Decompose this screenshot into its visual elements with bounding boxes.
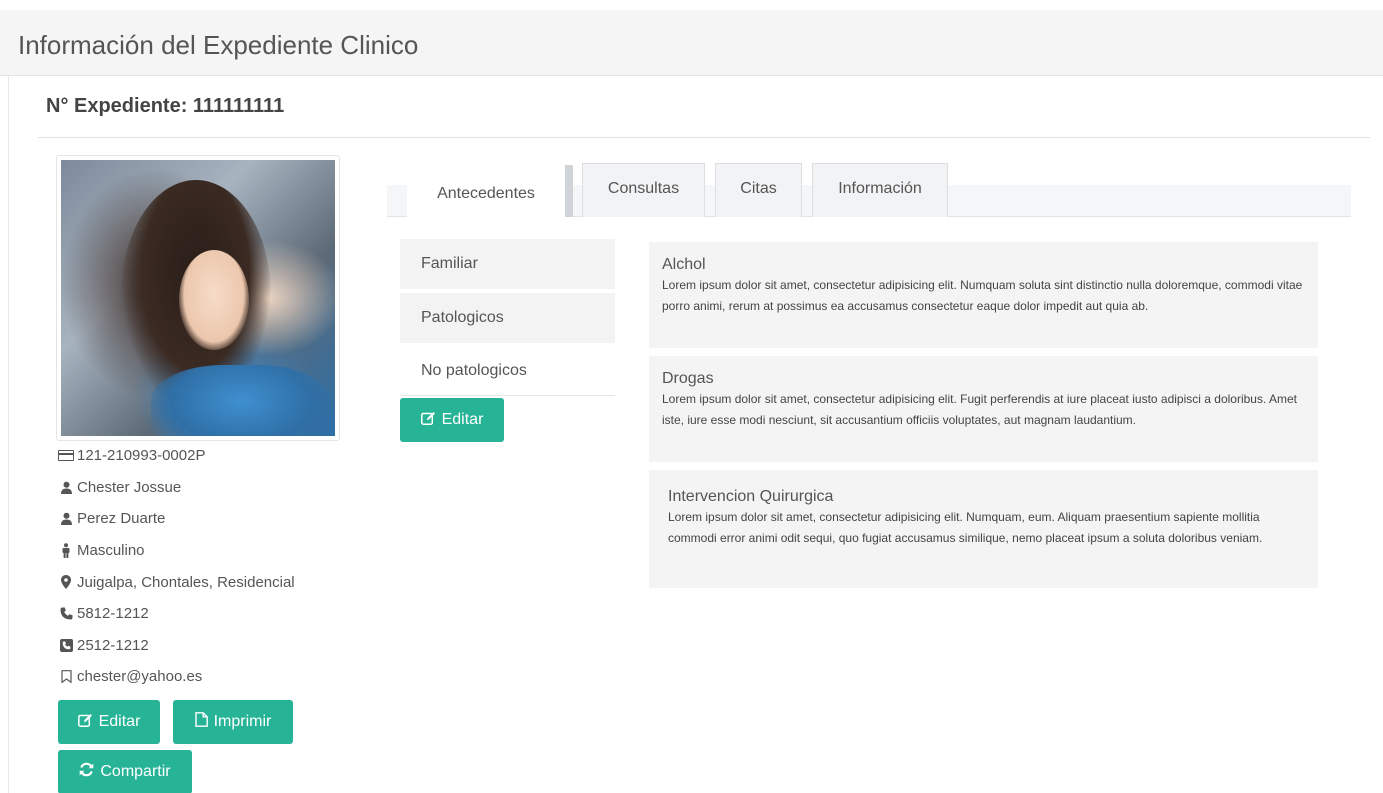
tab-antecedentes[interactable]: Antecedentes bbox=[407, 163, 565, 218]
share-label: Compartir bbox=[100, 763, 171, 780]
phone-icon bbox=[58, 607, 74, 620]
left-divider bbox=[8, 76, 9, 793]
patient-info-list: 121-210993-0002P Chester Jossue Perez Du… bbox=[58, 440, 358, 693]
bookmark-icon bbox=[58, 670, 74, 684]
subnav-item-no-patologicos[interactable]: No patologicos bbox=[400, 351, 615, 396]
info-sexo-text: Masculino bbox=[77, 542, 145, 560]
edit-antecedentes-label: Editar bbox=[441, 411, 484, 428]
expediente-divider bbox=[38, 137, 1370, 138]
tab-consultas[interactable]: Consultas bbox=[582, 163, 705, 217]
panel-title: Drogas bbox=[662, 370, 714, 387]
page-title: Información del Expediente Clinico bbox=[18, 30, 419, 60]
edit-icon bbox=[77, 713, 93, 732]
subnav-item-familiar[interactable]: Familiar bbox=[400, 239, 615, 289]
info-sexo: Masculino bbox=[58, 535, 358, 567]
info-telefono-text: 2512-1212 bbox=[77, 636, 149, 654]
user-icon bbox=[58, 512, 74, 526]
active-tab-marker bbox=[565, 165, 573, 217]
refresh-icon bbox=[79, 762, 94, 782]
tab-citas[interactable]: Citas bbox=[715, 163, 802, 217]
info-cedula-text: 121-210993-0002P bbox=[77, 447, 206, 465]
info-direccion: Juigalpa, Chontales, Residencial bbox=[58, 566, 358, 598]
panel-title: Alchol bbox=[662, 256, 706, 273]
edit-patient-button[interactable]: Editar bbox=[58, 700, 160, 744]
info-email: chester@yahoo.es bbox=[58, 661, 358, 693]
tab-informacion[interactable]: Información bbox=[812, 163, 948, 217]
panel-intervencion-quirurgica: Intervencion Quirurgica Lorem ipsum dolo… bbox=[649, 470, 1318, 588]
subnav-item-patologicos[interactable]: Patologicos bbox=[400, 293, 615, 343]
edit-patient-label: Editar bbox=[98, 713, 141, 730]
info-apellidos-text: Perez Duarte bbox=[77, 510, 166, 528]
panel-body: Lorem ipsum dolor sit amet, consectetur … bbox=[662, 278, 1303, 313]
info-direccion-text: Juigalpa, Chontales, Residencial bbox=[77, 573, 295, 591]
id-card-icon bbox=[58, 450, 74, 462]
panel-body: Lorem ipsum dolor sit amet, consectetur … bbox=[662, 392, 1297, 427]
expediente-title: N° Expediente: 111111111 bbox=[46, 95, 285, 117]
map-marker-icon bbox=[58, 575, 74, 590]
print-label: Imprimir bbox=[213, 713, 272, 730]
print-button[interactable]: Imprimir bbox=[173, 700, 293, 744]
info-apellidos: Perez Duarte bbox=[58, 503, 358, 535]
panel-body: Lorem ipsum dolor sit amet, consectetur … bbox=[668, 510, 1263, 545]
info-nombres-text: Chester Jossue bbox=[77, 478, 182, 496]
panel-title: Intervencion Quirurgica bbox=[668, 488, 834, 505]
info-cedula: 121-210993-0002P bbox=[58, 440, 358, 472]
share-button[interactable]: Compartir bbox=[58, 750, 192, 793]
panel-drogas: Drogas Lorem ipsum dolor sit amet, conse… bbox=[649, 356, 1318, 462]
phone-square-icon bbox=[58, 638, 74, 652]
male-icon bbox=[58, 543, 74, 559]
info-celular: 5812-1212 bbox=[58, 598, 358, 630]
info-nombres: Chester Jossue bbox=[58, 472, 358, 504]
info-email-text: chester@yahoo.es bbox=[77, 668, 203, 686]
file-icon bbox=[194, 712, 208, 732]
info-telefono: 2512-1212 bbox=[58, 630, 358, 662]
patient-photo bbox=[61, 160, 335, 436]
edit-antecedentes-button[interactable]: Editar bbox=[400, 398, 504, 442]
edit-icon bbox=[420, 411, 436, 430]
patient-photo-frame bbox=[56, 155, 340, 441]
info-celular-text: 5812-1212 bbox=[77, 605, 149, 623]
panel-alchol: Alchol Lorem ipsum dolor sit amet, conse… bbox=[649, 242, 1318, 348]
user-icon bbox=[58, 481, 74, 494]
